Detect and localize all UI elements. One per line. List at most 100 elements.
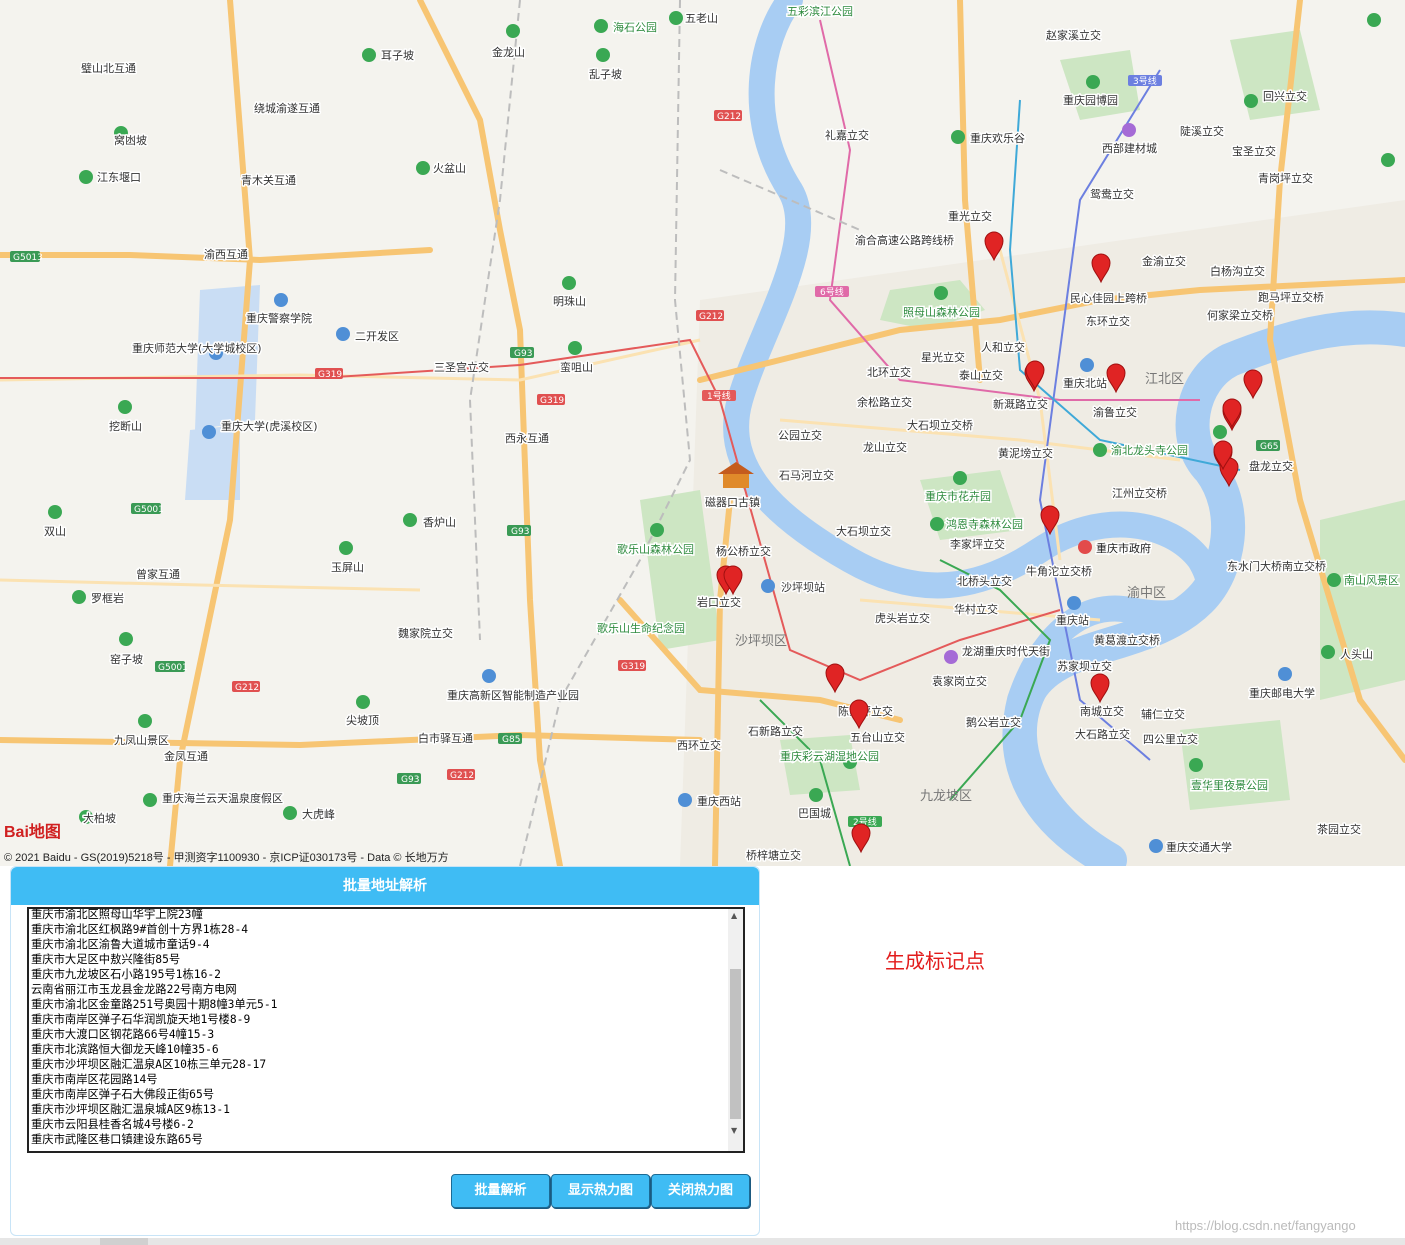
hide-heatmap-button[interactable]: 关闭热力图 xyxy=(651,1174,750,1208)
place-label: 尖坡顶 xyxy=(346,714,379,727)
place-label: 泰山立交 xyxy=(959,368,1003,382)
svg-text:G5001: G5001 xyxy=(134,505,164,515)
place-label: 华村立交 xyxy=(954,602,998,616)
status-message: 生成标记点 xyxy=(885,949,985,973)
place-label: 明珠山 xyxy=(553,294,586,308)
address-line: 重庆市渝北区金童路251号奥园十期8幢3单元5-1 xyxy=(31,998,278,1011)
svg-text:3号线: 3号线 xyxy=(1133,75,1157,87)
place-label: 民心佳园上跨桥 xyxy=(1070,291,1147,305)
place-label: 重庆市花卉园 xyxy=(925,489,991,503)
batch-geocode-panel: 批量地址解析 重庆市渝北区照母山华宇上院23幢 重庆市渝北区红枫路9#首创十方界… xyxy=(10,866,760,1236)
svg-text:G212: G212 xyxy=(717,112,741,122)
scroll-up-icon[interactable]: ▲ xyxy=(731,911,737,920)
place-label: 青木关互通 xyxy=(241,173,296,187)
place-label: 余松路立交 xyxy=(857,395,912,409)
scroll-down-icon[interactable]: ▼ xyxy=(731,1126,737,1135)
place-label: 杨公桥立交 xyxy=(716,544,771,558)
place-label: 窑子坡 xyxy=(110,652,143,666)
place-label: 江州立交桥 xyxy=(1112,486,1167,500)
baidu-map[interactable]: G5013 G5001 G5001 G93 G93 G93 G85 G65 G3… xyxy=(0,0,1405,866)
place-label: 重庆高新区智能制造产业园 xyxy=(447,688,579,702)
address-line: 重庆市渝北区渝鲁大道城市童话9-4 xyxy=(31,938,210,951)
batch-parse-button[interactable]: 批量解析 xyxy=(451,1174,550,1208)
place-label: 重庆大学(虎溪校区) xyxy=(221,419,318,433)
place-label: 牛角沱立交桥 xyxy=(1026,564,1092,578)
place-label: 江东堰口 xyxy=(97,171,141,184)
address-line: 重庆市北滨路恒大御龙天峰10幢35-6 xyxy=(31,1043,219,1056)
svg-text:G319: G319 xyxy=(540,396,564,406)
place-label: 陡溪立交 xyxy=(1180,124,1224,138)
place-label: 茶园立交 xyxy=(1317,822,1361,836)
map-copyright: © 2021 Baidu - GS(2019)5218号 - 甲测资字11009… xyxy=(4,852,449,864)
address-textarea[interactable]: 重庆市渝北区照母山华宇上院23幢 重庆市渝北区红枫路9#首创十方界1栋28-4 … xyxy=(27,907,745,1153)
place-label: 罗框岩 xyxy=(91,591,124,605)
place-label: 石新路立交 xyxy=(748,724,803,738)
place-label: 西部建材城 xyxy=(1102,141,1157,155)
address-list: 重庆市渝北区照母山华宇上院23幢 重庆市渝北区红枫路9#首创十方界1栋28-4 … xyxy=(29,908,743,1147)
address-line: 云南省丽江市玉龙县金龙路22号南方电网 xyxy=(31,983,237,996)
show-heatmap-button[interactable]: 显示热力图 xyxy=(551,1174,650,1208)
place-label: 金渝立交 xyxy=(1142,254,1186,268)
place-label: 龙湖重庆时代天街 xyxy=(962,644,1050,658)
place-label: 辅仁立交 xyxy=(1141,707,1185,721)
svg-text:G212: G212 xyxy=(450,771,474,781)
scrollbar-thumb[interactable] xyxy=(730,969,741,1119)
svg-text:G319: G319 xyxy=(318,370,342,380)
place-label: 香炉山 xyxy=(423,516,456,529)
place-label: 大石坝立交 xyxy=(836,524,891,538)
svg-text:G93: G93 xyxy=(514,349,532,359)
baidu-logo: Bai地图 xyxy=(4,824,61,841)
address-line: 重庆市武隆区巷口镇建设东路65号 xyxy=(31,1133,203,1146)
page-horizontal-scrollbar[interactable] xyxy=(0,1238,1405,1245)
place-label: 鸿恩寺森林公园 xyxy=(946,517,1023,531)
place-label: 歌乐山森林公园 xyxy=(617,542,694,556)
place-label: 重庆市政府 xyxy=(1096,541,1151,555)
place-label: 人头山 xyxy=(1340,648,1373,661)
place-label: 星光立交 xyxy=(921,350,965,364)
address-line: 重庆市南岸区弹子石华润凯旋天地1号楼8-9 xyxy=(31,1013,251,1026)
address-line: 重庆市沙坪坝区融汇温泉城A区9栋13-1 xyxy=(31,1103,230,1116)
place-label: 白杨沟立交 xyxy=(1210,264,1265,278)
place-label: 曾家互通 xyxy=(136,567,180,581)
place-label: 歌乐山生命纪念园 xyxy=(597,621,685,635)
place-label: 大石坝立交桥 xyxy=(907,418,973,432)
panel-title: 批量地址解析 xyxy=(11,867,759,905)
district-shapingba: 沙坪坝区 xyxy=(735,634,787,649)
svg-text:G5013: G5013 xyxy=(13,253,43,263)
place-label: 重庆北站 xyxy=(1063,376,1107,390)
place-label: 宝圣立交 xyxy=(1232,144,1276,158)
place-label: 盘龙立交 xyxy=(1249,459,1293,473)
district-jiulongpo: 九龙坡区 xyxy=(920,789,972,804)
place-label: 挖断山 xyxy=(109,419,142,433)
place-label: 大柏坡 xyxy=(83,811,116,825)
address-line: 重庆市云阳县桂香名城4号楼6-2 xyxy=(31,1118,194,1131)
place-label: 绕城渝遂互通 xyxy=(254,101,320,115)
place-label: 巴国城 xyxy=(798,807,831,820)
place-label: 南山风景区 xyxy=(1344,574,1399,587)
address-line: 重庆市渝北区照母山华宇上院23幢 xyxy=(31,908,203,921)
place-label: 青岗坪立交 xyxy=(1258,171,1313,185)
place-label: 重庆警察学院 xyxy=(246,311,312,325)
place-label: 蛮咀山 xyxy=(560,360,593,374)
place-label: 回兴立交 xyxy=(1263,89,1307,103)
place-label: 重庆园博园 xyxy=(1063,93,1118,107)
place-label: 璧山北互通 xyxy=(81,61,136,75)
place-label: 双山 xyxy=(44,525,66,538)
place-label: 西永互通 xyxy=(505,431,549,445)
watermark: https://blog.csdn.net/fangyango xyxy=(1175,1218,1356,1233)
place-label: 重庆彩云湖湿地公园 xyxy=(780,749,879,763)
place-label: 玉屏山 xyxy=(331,561,364,574)
place-label: 渝合高速公路跨线桥 xyxy=(855,233,954,247)
place-label: 鸳鸯立交 xyxy=(1090,187,1134,201)
svg-text:G319: G319 xyxy=(621,662,645,672)
address-line: 重庆市九龙坡区石小路195号1栋16-2 xyxy=(31,968,221,981)
scrollbar-thumb[interactable] xyxy=(100,1238,148,1245)
district-yuzhong: 渝中区 xyxy=(1127,585,1166,601)
place-label: 岩口立交 xyxy=(697,595,741,609)
place-label: 磁器口古镇 xyxy=(705,495,760,509)
place-label: 重庆师范大学(大学城校区) xyxy=(132,341,262,355)
svg-text:G212: G212 xyxy=(699,312,723,322)
place-label: 人和立交 xyxy=(981,340,1025,354)
place-label: 重庆西站 xyxy=(697,794,741,808)
textarea-scrollbar[interactable]: ▲ ▼ xyxy=(728,909,743,1151)
